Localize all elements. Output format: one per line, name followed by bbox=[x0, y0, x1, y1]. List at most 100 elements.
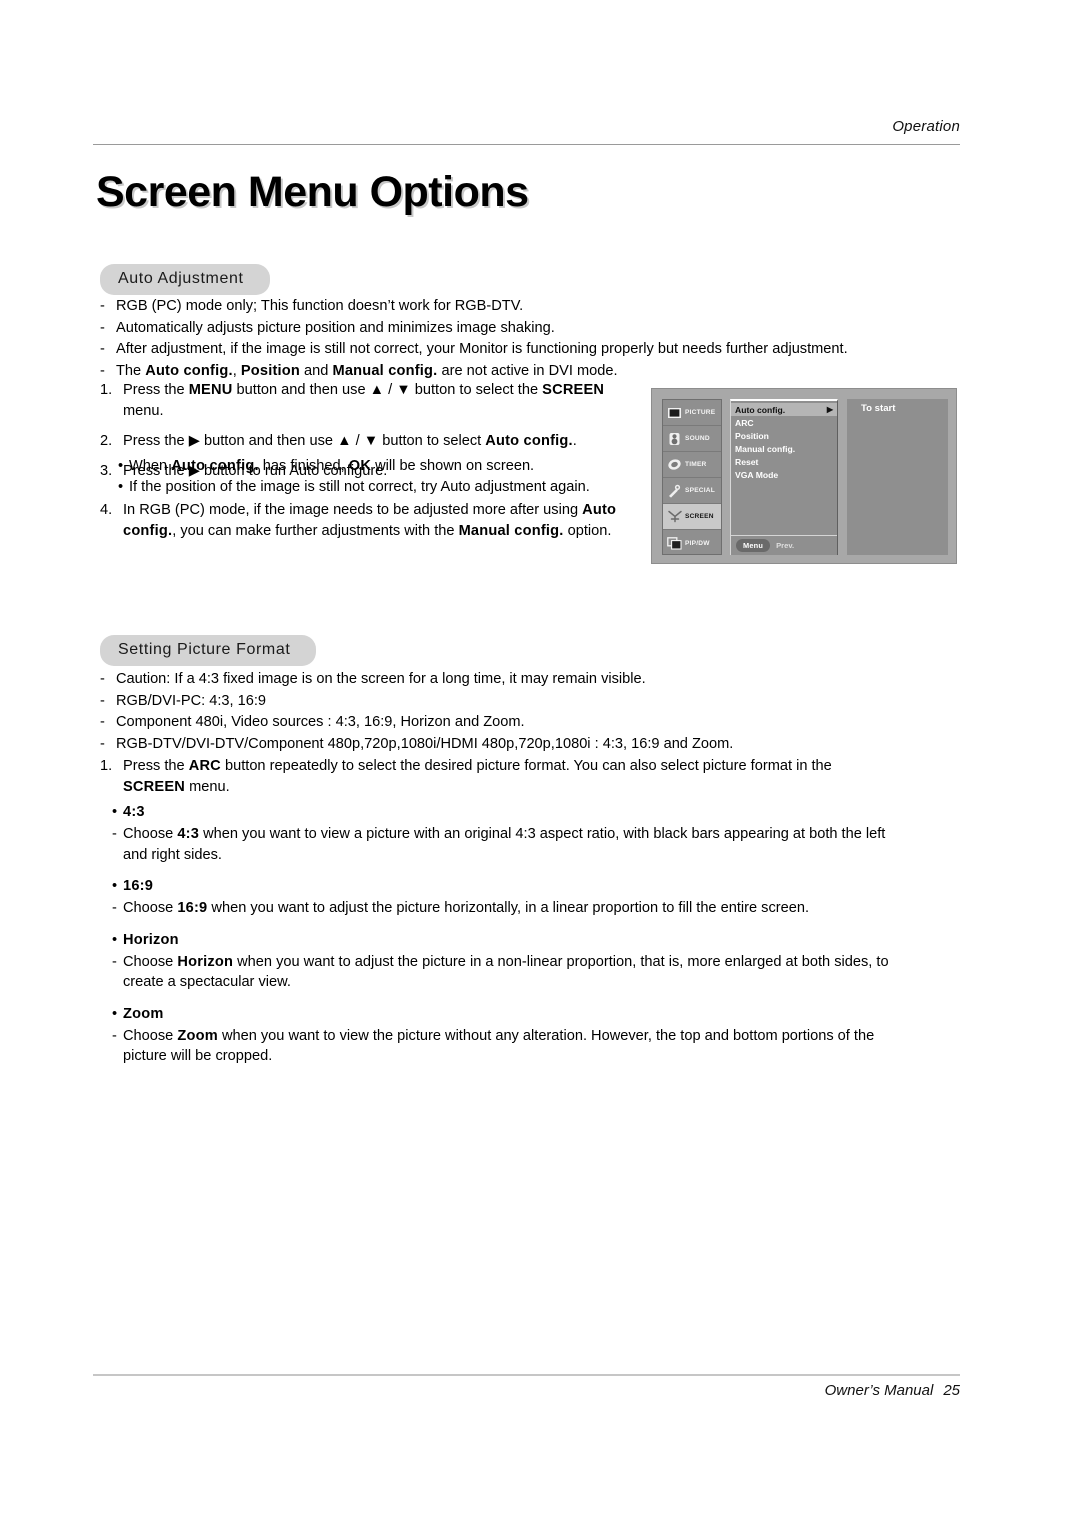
body-text: , bbox=[232, 362, 241, 379]
body-text: menu. bbox=[185, 779, 230, 795]
dash-marker: - bbox=[100, 735, 105, 752]
speaker-icon bbox=[666, 431, 683, 447]
osd-sidebar-item-pip-dw[interactable]: PIP/DW bbox=[663, 530, 721, 556]
osd-sidebar-item-picture[interactable]: PICTURE bbox=[663, 400, 721, 426]
osd-menu-panel: Auto config. ▶ ARC Position Manual config. Re… bbox=[730, 399, 838, 555]
body-text: ▲ bbox=[337, 433, 352, 449]
osd-menu-item-reset[interactable]: Reset bbox=[731, 455, 837, 468]
osd-sidebar-item-label: TIMER bbox=[685, 461, 707, 468]
body-text: when you want to adjust the picture in a… bbox=[123, 953, 889, 991]
auto-adjustment-notes: - RGB (PC) mode only; This function doesn… bbox=[100, 296, 870, 382]
osd-sidebar-item-label: PIP/DW bbox=[685, 539, 710, 547]
body-text: ▼ bbox=[363, 433, 379, 449]
format-name: 16:9 bbox=[123, 878, 154, 894]
document-page: Operation Screen Menu Options Auto Adjus… bbox=[0, 0, 1080, 1528]
format-description: Choose Zoom when you want to view the pi… bbox=[123, 1026, 892, 1067]
dash-marker: - bbox=[112, 1027, 117, 1044]
emphasis-text: OK bbox=[348, 458, 372, 474]
dash-list-text: Automatically adjusts picture position a… bbox=[116, 318, 870, 339]
emphasis-text: Manual config. bbox=[332, 362, 438, 379]
format-name: Horizon bbox=[123, 931, 179, 948]
dash-list-item: - RGB-DTV/DVI-DTV/Component 480p,720p,108… bbox=[100, 734, 890, 755]
osd-menu-button[interactable]: Menu bbox=[736, 539, 771, 552]
format-description-row: - Choose Horizon when you want to adjust … bbox=[112, 952, 892, 993]
dash-list-text: After adjustment, if the image is still … bbox=[116, 339, 870, 360]
body-text: / bbox=[351, 433, 364, 449]
osd-cursor-right-icon: ▶ bbox=[826, 405, 833, 414]
emphasis-text: Horizon bbox=[177, 953, 234, 970]
step-number: 4. bbox=[100, 502, 113, 518]
bullet-marker: • bbox=[112, 931, 118, 948]
dash-marker: - bbox=[100, 341, 105, 357]
step-text: Press the ARC button repeatedly to selec… bbox=[123, 756, 890, 798]
format-description: Choose Horizon when you want to adjust t… bbox=[123, 952, 892, 993]
osd-menu-item-label: Reset bbox=[735, 456, 759, 467]
osd-sidebar-item-special[interactable]: SPECIAL bbox=[663, 478, 721, 504]
body-text: RGB (PC) mode only; This function doesn’… bbox=[116, 298, 524, 314]
emphasis-text: MENU bbox=[188, 382, 233, 398]
body-text: when you want to view a picture with an … bbox=[123, 826, 886, 863]
body-text: option. bbox=[563, 523, 612, 539]
body-text: button to select the bbox=[410, 382, 543, 398]
dash-list-text: The Auto config., Position and Manual co… bbox=[116, 361, 870, 382]
dash-marker: - bbox=[100, 362, 105, 379]
osd-menu-item-position[interactable]: Position bbox=[731, 429, 837, 442]
body-text: Press the bbox=[123, 382, 189, 398]
body-text: ▲ bbox=[369, 382, 385, 398]
dash-list-item: - RGB/DVI-PC: 4:3, 16:9 bbox=[100, 691, 890, 712]
screen-adjust-icon bbox=[666, 509, 683, 525]
bullet-marker: • bbox=[118, 458, 124, 474]
osd-menu-item-label: ARC bbox=[735, 417, 754, 428]
format-name: Zoom bbox=[123, 1005, 164, 1022]
format-name-row: • 16:9 bbox=[112, 876, 892, 897]
body-text: ▶ bbox=[188, 433, 200, 449]
picture-format-steps: 1. Press the ARC button repeatedly to sel… bbox=[100, 756, 890, 798]
dash-list-item: - Caution: If a 4:3 fixed image is on the… bbox=[100, 669, 890, 690]
step-number: 2. bbox=[100, 433, 113, 449]
bullet-marker: • bbox=[112, 1005, 118, 1022]
running-head: Operation bbox=[93, 118, 960, 136]
dash-list-text: RGB (PC) mode only; This function doesn’… bbox=[116, 296, 870, 317]
osd-sidebar-item-timer[interactable]: TIMER bbox=[663, 452, 721, 478]
dash-marker: - bbox=[100, 714, 105, 730]
page-title: Screen Menu Options bbox=[96, 168, 529, 216]
footer-divider bbox=[93, 1374, 960, 1376]
dash-marker: - bbox=[112, 900, 117, 916]
osd-menu-item-label: Auto config. bbox=[735, 404, 786, 415]
picture-format-entry: • Zoom - Choose Zoom when you want to view … bbox=[112, 1004, 892, 1067]
emphasis-text: ARC bbox=[188, 758, 221, 774]
body-text: when you want to adjust the picture hori… bbox=[207, 900, 810, 916]
osd-menu-item-manual-config-[interactable]: Manual config. bbox=[731, 442, 837, 455]
osd-sidebar-item-screen[interactable]: SCREEN bbox=[663, 504, 721, 530]
step-text: Press the ▶ button and then use ▲ / ▼ bu… bbox=[123, 431, 648, 452]
numbered-step: 1. Press the MENU button and then use ▲ /… bbox=[100, 380, 648, 422]
sub-bullet-text: If the position of the image is still no… bbox=[129, 477, 648, 498]
picture-icon bbox=[666, 405, 683, 421]
osd-sidebar-item-label: SCREEN bbox=[685, 513, 714, 520]
body-text: If the position of the image is still no… bbox=[129, 479, 590, 495]
step-text: Press the MENU button and then use ▲ / ▼… bbox=[123, 380, 648, 422]
osd-menu-item-vga-mode[interactable]: VGA Mode bbox=[731, 468, 837, 481]
osd-screen-menu-illustration: PICTURE SOUND TIMER SPECIAL SCREEN PIP/DW Aut… bbox=[651, 388, 957, 564]
osd-menu-item-arc[interactable]: ARC bbox=[731, 416, 837, 429]
body-text: Choose bbox=[123, 826, 178, 842]
osd-sidebar-item-label: SOUND bbox=[685, 435, 710, 442]
dash-list-text: RGB-DTV/DVI-DTV/Component 480p,720p,1080… bbox=[116, 734, 890, 755]
osd-sidebar-item-sound[interactable]: SOUND bbox=[663, 426, 721, 452]
format-description: Choose 4:3 when you want to view a pictu… bbox=[123, 824, 892, 865]
body-text: will be shown on screen. bbox=[371, 458, 535, 474]
body-text: In RGB (PC) mode, if the image needs to … bbox=[123, 502, 583, 518]
format-description-row: - Choose 4:3 when you want to view a pict… bbox=[112, 824, 892, 865]
body-text: button repeatedly to select the desired … bbox=[220, 758, 832, 774]
footer: Owner’s Manual 25 bbox=[93, 1382, 960, 1399]
footer-page-number: 25 bbox=[943, 1382, 960, 1399]
body-text: menu. bbox=[123, 403, 164, 419]
auto-adjustment-subnotes: • When Auto config. has finished, OK will… bbox=[118, 456, 648, 498]
picture-format-definitions: • 4:3- Choose 4:3 when you want to view a … bbox=[112, 802, 892, 1078]
numbered-step: 1. Press the ARC button repeatedly to sel… bbox=[100, 756, 890, 798]
dash-marker: - bbox=[100, 319, 105, 336]
body-text: Choose bbox=[123, 900, 178, 916]
osd-menu-item-auto-config-[interactable]: Auto config. ▶ bbox=[731, 403, 837, 416]
osd-panel-footer: Menu Prev. bbox=[731, 535, 837, 555]
dash-marker: - bbox=[100, 298, 105, 314]
